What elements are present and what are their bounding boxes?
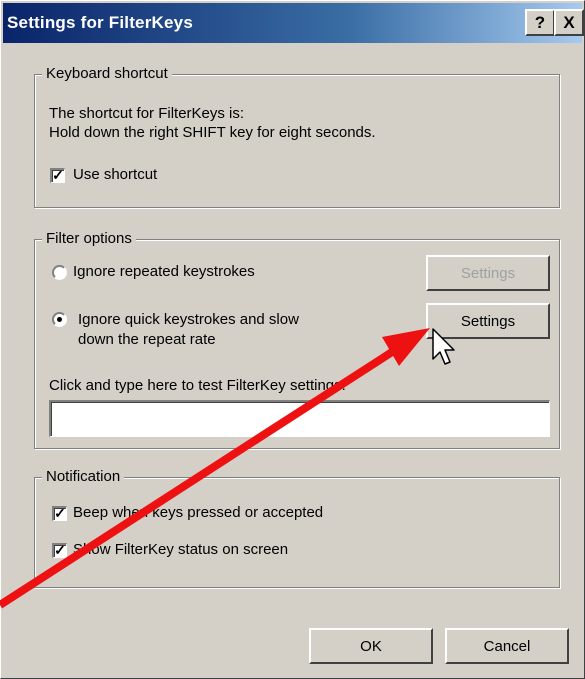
radio-selected-dot [57, 317, 62, 322]
ignore-quick-label-line2[interactable]: down the repeat rate [78, 330, 216, 350]
quick-settings-button[interactable]: Settings [426, 303, 550, 339]
test-area-label: Click and type here to test FilterKey se… [49, 377, 346, 394]
notification-group: Notification [34, 468, 560, 588]
use-shortcut-label[interactable]: Use shortcut [73, 165, 157, 185]
title-bar[interactable]: Settings for FilterKeys ? X [3, 3, 584, 43]
repeated-settings-label: Settings [460, 264, 516, 282]
use-shortcut-checkbox[interactable]: ✓ [50, 168, 65, 183]
shortcut-description-line1: The shortcut for FilterKeys is: [49, 105, 245, 122]
show-status-label[interactable]: Show FilterKey status on screen [73, 540, 288, 560]
ignore-quick-radio[interactable] [52, 312, 67, 327]
window-title: Settings for FilterKeys [7, 13, 193, 32]
quick-settings-label: Settings [460, 312, 516, 330]
cancel-label: Cancel [483, 637, 531, 655]
cancel-button[interactable]: Cancel [445, 628, 569, 664]
checkmark-icon: ✓ [52, 167, 64, 183]
close-button[interactable]: X [554, 9, 584, 36]
help-icon: ? [534, 12, 546, 32]
ignore-repeated-radio[interactable] [52, 265, 67, 280]
shortcut-description-line2: Hold down the right SHIFT key for eight … [49, 124, 376, 141]
ignore-repeated-label[interactable]: Ignore repeated keystrokes [73, 262, 255, 282]
notification-legend: Notification [42, 468, 125, 485]
ok-label: OK [360, 637, 382, 655]
repeated-settings-button[interactable]: Settings [426, 255, 550, 291]
beep-checkbox[interactable]: ✓ [52, 506, 67, 521]
help-button[interactable]: ? [525, 9, 555, 36]
show-status-checkbox[interactable]: ✓ [52, 543, 67, 558]
filter-options-legend: Filter options [42, 230, 136, 247]
checkmark-icon: ✓ [54, 542, 66, 558]
ignore-quick-label-line1[interactable]: Ignore quick keystrokes and slow [78, 310, 299, 330]
checkmark-icon: ✓ [54, 505, 66, 521]
keyboard-shortcut-legend: Keyboard shortcut [42, 65, 172, 82]
filterkeys-settings-dialog: Settings for FilterKeys ? X Keyboard sho… [0, 0, 585, 679]
beep-label[interactable]: Beep when keys pressed or accepted [73, 503, 323, 523]
filterkey-test-input[interactable] [49, 400, 550, 437]
close-icon: X [563, 12, 575, 32]
ok-button[interactable]: OK [309, 628, 433, 664]
